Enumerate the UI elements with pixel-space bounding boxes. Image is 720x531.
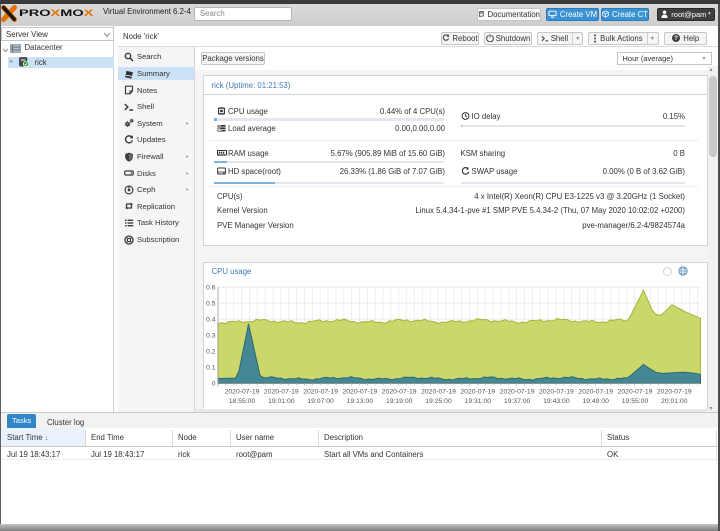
svg-text:0: 0	[211, 381, 215, 388]
svg-text:19:25:00: 19:25:00	[425, 398, 452, 405]
svg-text:2020-07-19: 2020-07-19	[499, 389, 534, 396]
svg-text:2020-07-19: 2020-07-19	[303, 389, 338, 396]
svg-text:19:49:00: 19:49:00	[582, 398, 609, 405]
svg-text:19:19:00: 19:19:00	[385, 398, 412, 405]
svg-text:0.4: 0.4	[206, 316, 216, 323]
svg-text:19:43:00: 19:43:00	[543, 398, 570, 405]
svg-text:0.6: 0.6	[206, 284, 216, 291]
svg-text:2020-07-19: 2020-07-19	[381, 389, 416, 396]
svg-text:2020-07-19: 2020-07-19	[578, 389, 613, 396]
svg-text:0.2: 0.2	[206, 349, 216, 356]
svg-text:0.5: 0.5	[206, 300, 216, 307]
svg-text:20:01:00: 20:01:00	[661, 398, 688, 405]
svg-text:19:13:00: 19:13:00	[346, 398, 373, 405]
svg-text:19:55:00: 19:55:00	[621, 398, 648, 405]
svg-text:18:55:00: 18:55:00	[228, 398, 255, 405]
svg-text:0.1: 0.1	[206, 365, 216, 372]
svg-text:19:07:00: 19:07:00	[307, 398, 334, 405]
svg-text:2020-07-19: 2020-07-19	[617, 389, 652, 396]
svg-text:2020-07-19: 2020-07-19	[263, 389, 298, 396]
svg-text:19:31:00: 19:31:00	[464, 398, 491, 405]
svg-text:2020-07-19: 2020-07-19	[460, 389, 495, 396]
svg-text:2020-07-19: 2020-07-19	[224, 389, 259, 396]
svg-text:2020-07-19: 2020-07-19	[342, 389, 377, 396]
svg-text:2020-07-19: 2020-07-19	[539, 389, 574, 396]
svg-text:2020-07-19: 2020-07-19	[656, 389, 691, 396]
svg-text:2020-07-19: 2020-07-19	[421, 389, 456, 396]
svg-text:19:37:00: 19:37:00	[503, 398, 530, 405]
svg-text:19:01:00: 19:01:00	[268, 398, 295, 405]
svg-text:0.3: 0.3	[206, 333, 216, 340]
